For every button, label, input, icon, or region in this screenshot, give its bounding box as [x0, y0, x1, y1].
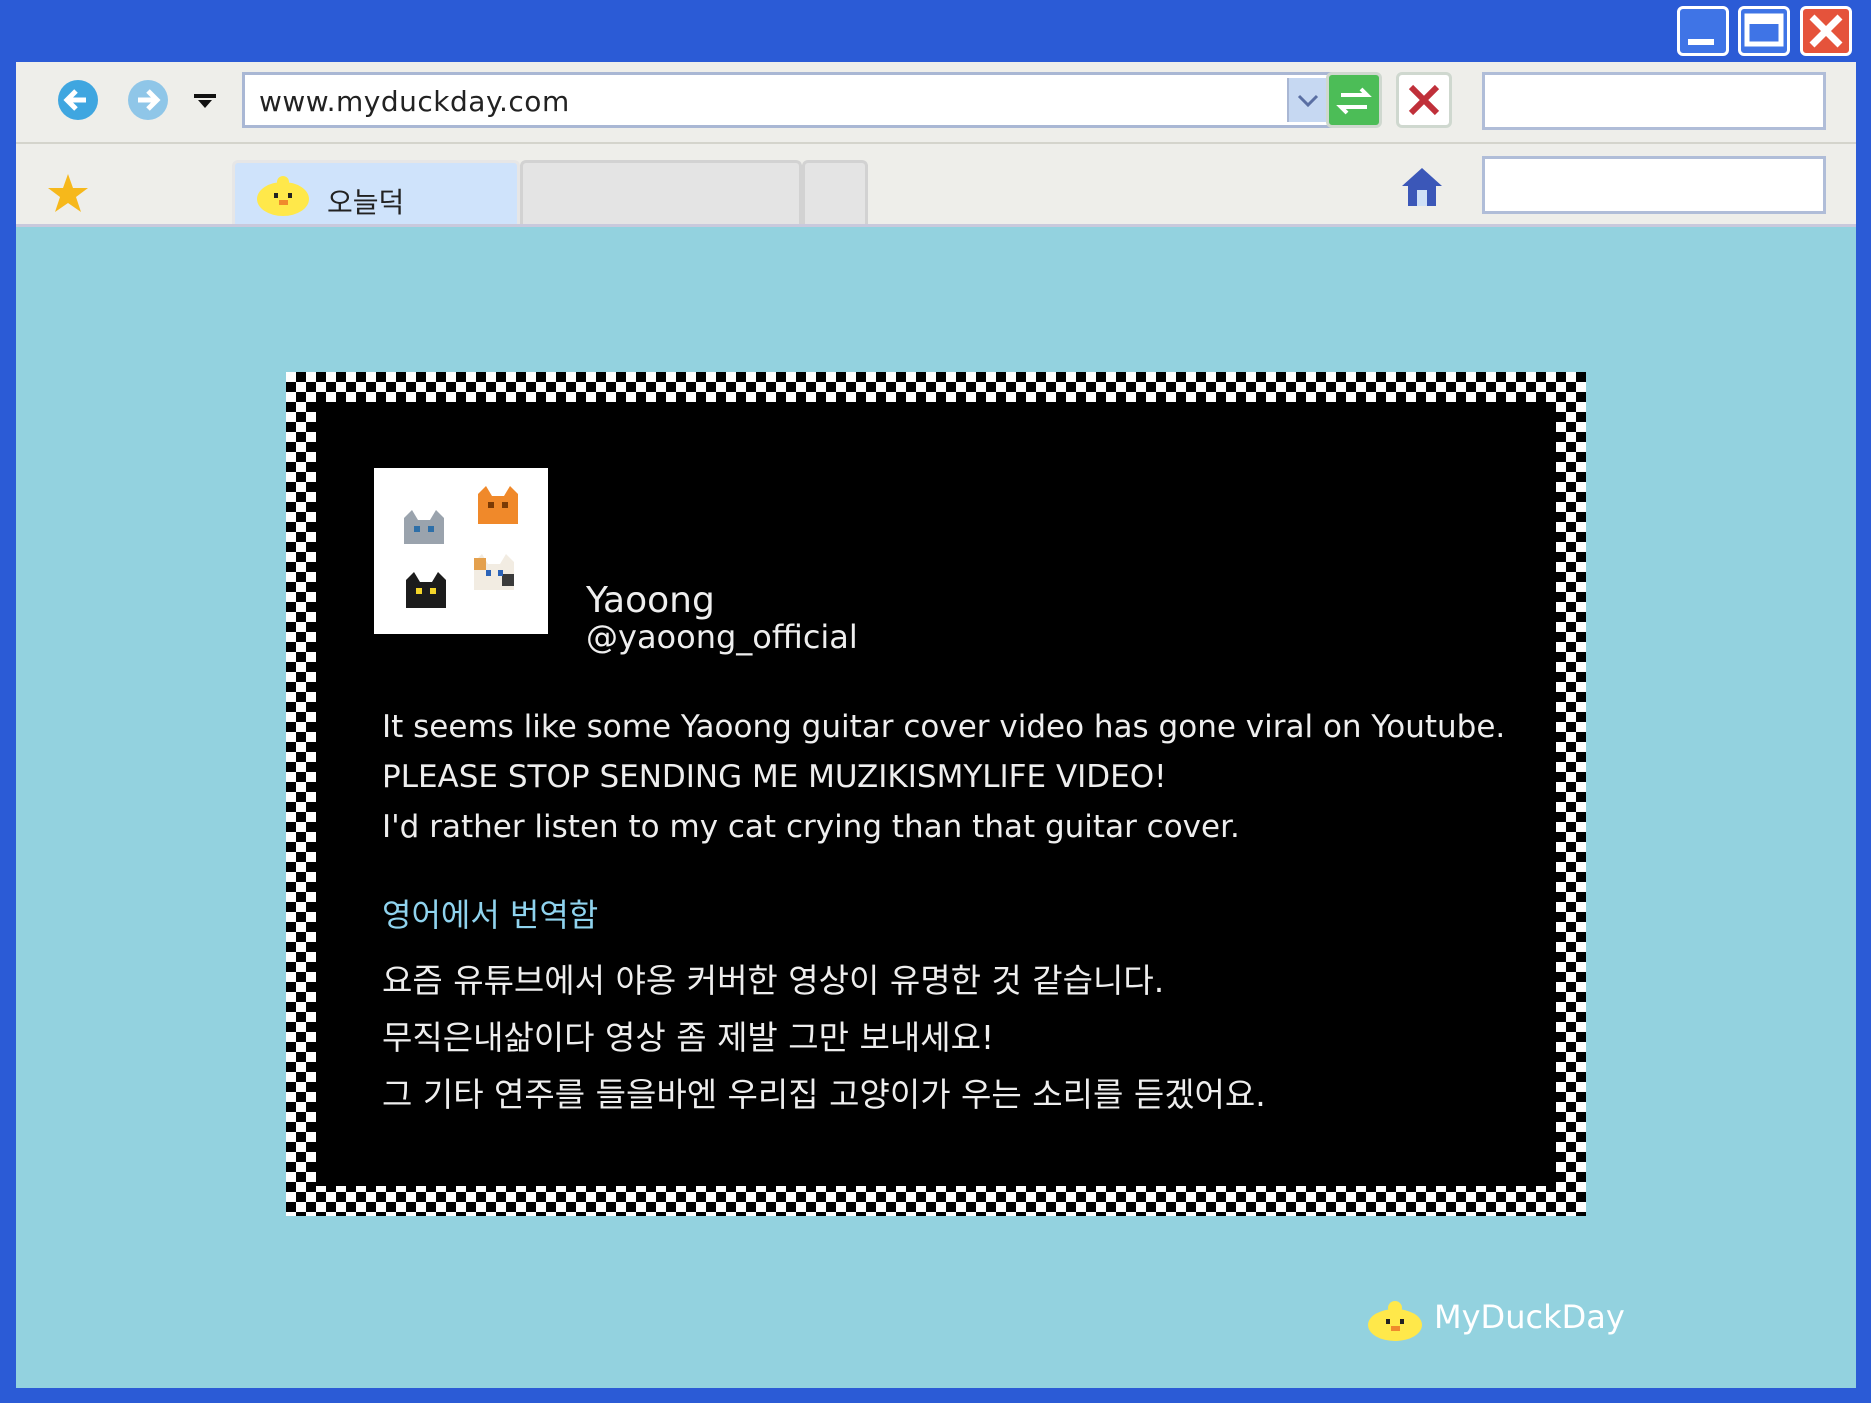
- minimize-button[interactable]: [1677, 6, 1729, 56]
- tab-bar: 오늘덕: [16, 144, 1856, 227]
- refresh-icon: [1336, 87, 1372, 115]
- brand-label: MyDuckDay: [1434, 1298, 1625, 1336]
- post-line: I'd rather listen to my cat crying than …: [382, 809, 1240, 845]
- star-icon[interactable]: [46, 172, 90, 216]
- home-icon[interactable]: [1400, 164, 1444, 208]
- search-field[interactable]: [1482, 72, 1826, 130]
- post-card: Yaoong @yaoong_official It seems like so…: [286, 372, 1586, 1216]
- post-line: It seems like some Yaoong guitar cover v…: [382, 709, 1506, 745]
- tab-empty[interactable]: [520, 160, 802, 224]
- chevron-down-icon: [1297, 94, 1319, 108]
- tab-label: 오늘덕: [327, 186, 405, 219]
- duck-icon: [257, 176, 309, 216]
- translated-line: 무직은내삶이다 영상 좀 제발 그만 보내세요!: [382, 1018, 995, 1057]
- browser-window: www.myduckday.com 오늘덕 Yaoong @yaoong_off…: [16, 62, 1856, 1388]
- user-handle[interactable]: @yaoong_official: [586, 618, 858, 656]
- dropdown-icon[interactable]: [192, 92, 218, 112]
- tab-new[interactable]: [802, 160, 868, 224]
- user-name[interactable]: Yaoong: [586, 580, 715, 621]
- translated-line: 요즘 유튜브에서 야옹 커버한 영상이 유명한 것 같습니다.: [382, 961, 1165, 1000]
- translation-link[interactable]: 영어에서 번역함: [382, 890, 598, 936]
- address-bar[interactable]: www.myduckday.com: [242, 72, 1332, 128]
- minimize-icon: [1688, 39, 1714, 45]
- maximize-icon: [1744, 13, 1784, 47]
- secondary-search-field[interactable]: [1482, 156, 1826, 214]
- maximize-button[interactable]: [1738, 6, 1790, 56]
- forward-arrow-icon[interactable]: [126, 78, 170, 122]
- close-window-button[interactable]: [1800, 6, 1852, 56]
- translated-line: 그 기타 연주를 들을바엔 우리집 고양이가 우는 소리를 듣겠어요.: [382, 1075, 1266, 1114]
- tab-active[interactable]: 오늘덕: [232, 160, 520, 224]
- duck-icon: [1368, 1301, 1422, 1341]
- post-body: Yaoong @yaoong_official It seems like so…: [316, 402, 1556, 1186]
- close-icon: [1809, 14, 1843, 48]
- refresh-button[interactable]: [1326, 72, 1382, 128]
- post-text: It seems like some Yaoong guitar cover v…: [382, 702, 1562, 852]
- cats-avatar: [404, 486, 518, 608]
- translated-text: 요즘 유튜브에서 야옹 커버한 영상이 유명한 것 같습니다. 무직은내삶이다 …: [382, 952, 1562, 1123]
- back-arrow-icon[interactable]: [56, 78, 100, 122]
- stop-button[interactable]: [1396, 72, 1452, 128]
- stop-icon: [1408, 84, 1440, 116]
- address-url: www.myduckday.com: [259, 85, 570, 118]
- avatar: [374, 468, 548, 634]
- navigation-toolbar: www.myduckday.com: [16, 62, 1856, 144]
- address-dropdown-button[interactable]: [1287, 78, 1327, 122]
- post-line: PLEASE STOP SENDING ME MUZIKISMYLIFE VID…: [382, 759, 1167, 795]
